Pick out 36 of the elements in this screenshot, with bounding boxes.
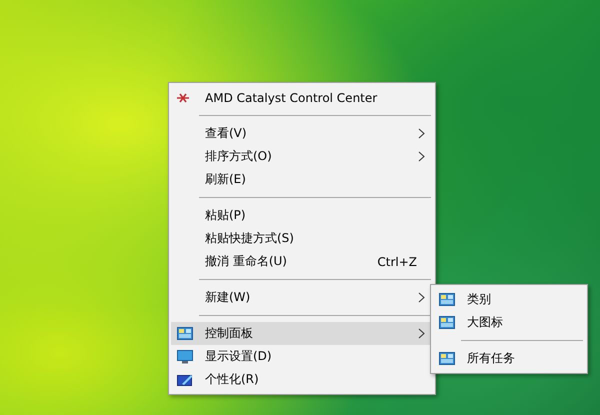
menu-item[interactable]: 查看(V)	[171, 122, 433, 145]
menu-item[interactable]: 显示设置(D)	[171, 345, 433, 368]
menu-item-label: 排序方式(O)	[205, 148, 273, 165]
menu-item[interactable]: 排序方式(O)	[171, 145, 433, 168]
menu-item-label: 个性化(R)	[205, 371, 260, 388]
menu-item[interactable]: 刷新(E)	[171, 168, 433, 191]
shortcut-label: Ctrl+Z	[377, 254, 417, 268]
menu-item-label: 查看(V)	[205, 125, 248, 142]
menu-item-label: 刷新(E)	[205, 171, 247, 188]
sparkle-icon	[177, 92, 189, 102]
menu-item-label: 粘贴快捷方式(S)	[205, 230, 295, 247]
menu-item-label: 所有任务	[467, 350, 516, 367]
menu-item-label: 显示设置(D)	[205, 348, 273, 365]
menu-item[interactable]: 粘贴(P)	[171, 204, 433, 227]
menu-item[interactable]: 撤消 重命名(U) Ctrl+Z	[171, 250, 433, 273]
menu-item[interactable]: 新建(W)	[171, 286, 433, 309]
menu-item[interactable]: AMD Catalyst Control Center	[171, 86, 433, 109]
control-panel-icon	[439, 352, 455, 365]
menu-item-label: AMD Catalyst Control Center	[205, 90, 378, 104]
menu-item-label: 类别	[467, 291, 492, 308]
menu-item-label: 新建(W)	[205, 289, 252, 306]
control-panel-icon	[177, 327, 193, 340]
menu-item[interactable]: 所有任务	[433, 347, 585, 370]
menu-item-label: 粘贴(P)	[205, 207, 247, 224]
menu-item-label: 控制面板	[205, 325, 254, 342]
menu-item[interactable]: 个性化(R)	[171, 368, 433, 391]
menu-item[interactable]: 类别	[433, 288, 585, 311]
monitor-brush-icon	[177, 372, 193, 386]
control-panel-icon	[439, 293, 455, 306]
menu-item[interactable]: 粘贴快捷方式(S)	[171, 227, 433, 250]
menu-item-label: 撤消 重命名(U)	[205, 253, 288, 270]
menu-item-label: 大图标	[467, 314, 504, 331]
menu-item[interactable]: 大图标	[433, 311, 585, 334]
menu-item[interactable]: 控制面板	[171, 322, 433, 345]
monitor-icon	[177, 350, 193, 364]
control-panel-icon	[439, 316, 455, 329]
